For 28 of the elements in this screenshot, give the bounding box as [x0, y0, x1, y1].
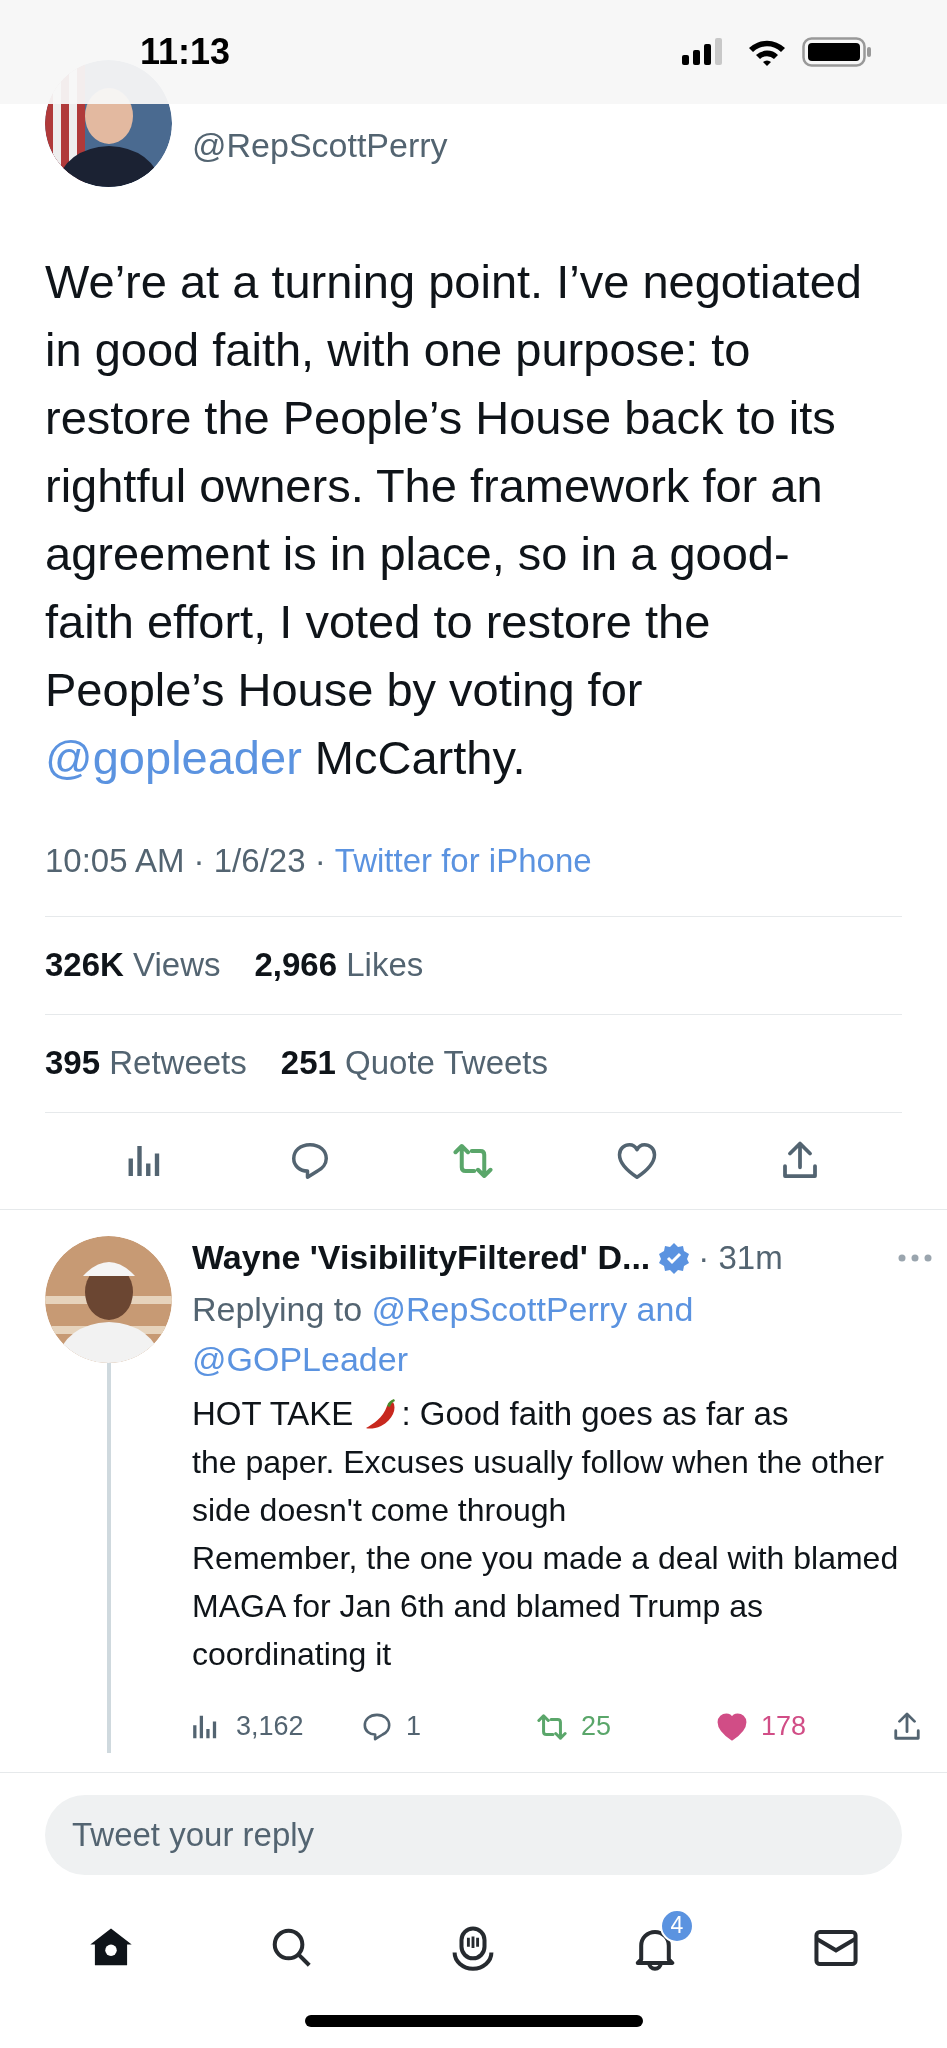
reply-text: : Good faith goes as far as: [401, 1393, 789, 1434]
reply-text: the paper. Excuses usually follow when the other side doesn't come through Remember, the one you made a deal with blamed MAGA for Jan 6th and blamed Trump as coordinating it: [192, 1442, 900, 1674]
action-count: 1: [406, 1710, 422, 1744]
tweet-timestamp: 10:05 AM · 1/6/23 ·: [45, 841, 327, 881]
action-count: 25: [581, 1710, 612, 1744]
reply-field[interactable]: Tweet your reply: [45, 1794, 902, 1875]
stat-link[interactable]: 2,966 Likes: [254, 940, 424, 990]
stat-link[interactable]: 251 Quote Tweets: [280, 1038, 549, 1088]
reply-time: · 31m: [698, 1237, 783, 1278]
tweet-text: We’re at a turning point. I’ve negotiated in good faith, with one purpose: to restore the People’s House back to its rightful owners. The framework for an agreement is in place, so in a good-faith effort, I voted to restore the People’s House by voting for @gopleader McCarthy.: [45, 254, 863, 786]
retweet-icon[interactable]: [537, 1711, 567, 1742]
heart-icon[interactable]: [717, 1711, 747, 1742]
action-count: 178: [761, 1710, 807, 1744]
reply-icon[interactable]: [290, 1140, 331, 1181]
battery-icon: [802, 36, 872, 68]
stat-link[interactable]: 395 Retweets: [45, 1038, 247, 1088]
action-count: 3,162: [236, 1710, 304, 1744]
reply-text: HOT TAKE: [192, 1393, 354, 1434]
reply-icon[interactable]: [362, 1711, 392, 1742]
stat-link[interactable]: 326K Views: [45, 940, 221, 990]
status-time: 11:13: [140, 30, 231, 74]
replying-label: Replying to: [192, 1289, 364, 1328]
heart-icon[interactable]: [616, 1140, 657, 1181]
reply-author-name: Wayne 'VisibilityFiltered' D...: [192, 1237, 651, 1278]
user-handle: @RepScottPerry: [192, 125, 448, 166]
replying-text: and: [635, 1289, 695, 1328]
share-icon[interactable]: [892, 1711, 922, 1742]
notification-badge: 4: [659, 1908, 694, 1943]
